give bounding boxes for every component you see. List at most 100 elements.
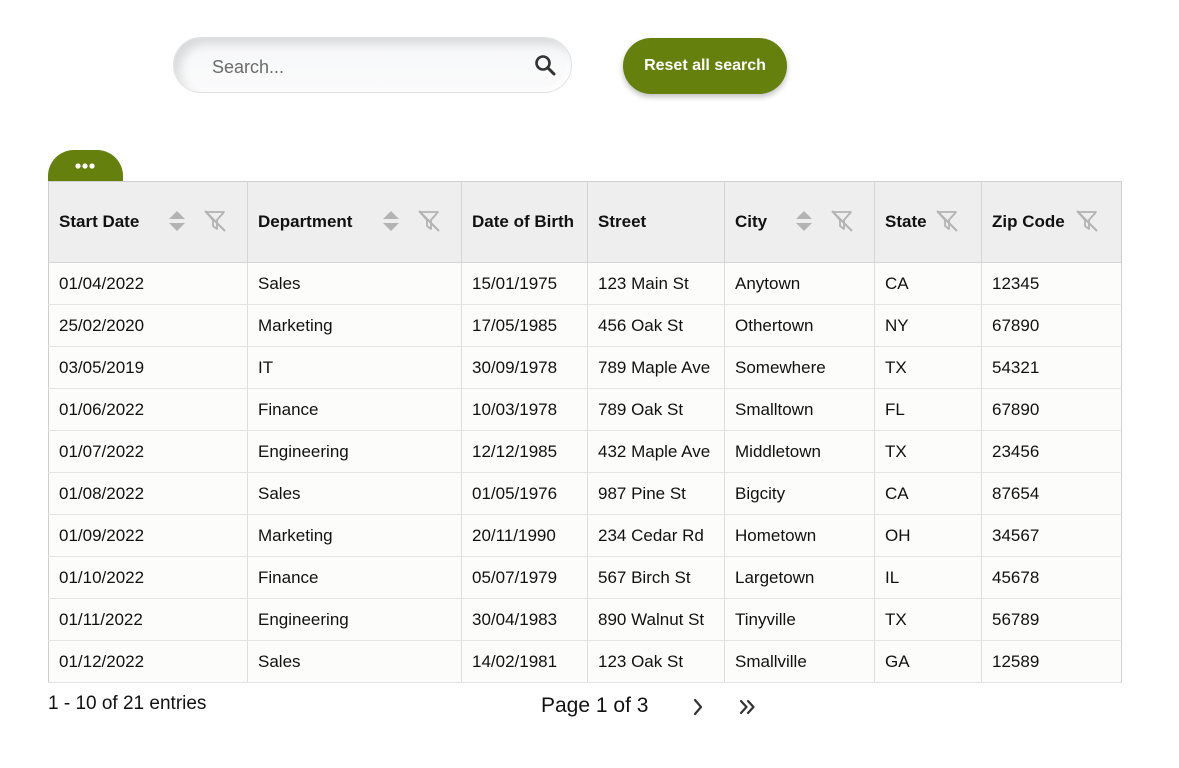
next-page-button[interactable]: [684, 693, 712, 721]
table-row[interactable]: 01/06/2022 Finance 10/03/1978 789 Oak St Sma…: [48, 388, 1122, 431]
table-cell: GA: [874, 640, 982, 683]
table-cell: TX: [874, 430, 982, 473]
clear-filter-icon[interactable]: [830, 209, 854, 233]
last-page-button[interactable]: [734, 693, 762, 721]
table-cell: Smalltown: [724, 388, 875, 431]
table-cell: 01/08/2022: [48, 472, 248, 515]
table-cell: Engineering: [247, 598, 462, 641]
table-cell: 01/07/2022: [48, 430, 248, 473]
search-icon[interactable]: [534, 54, 556, 76]
data-grid: Start Date Department Date of Birth Street C…: [48, 181, 1122, 683]
table-cell: 01/12/2022: [48, 640, 248, 683]
column-header-label: City: [735, 212, 768, 231]
table-cell: 14/02/1981: [461, 640, 588, 683]
table-row[interactable]: 01/10/2022 Finance 05/07/1979 567 Birch St L…: [48, 556, 1122, 599]
table-cell: 234 Cedar Rd: [587, 514, 725, 557]
column-header-label: Date of Birth: [472, 212, 574, 231]
table-cell: 12345: [981, 262, 1122, 305]
reset-all-search-button[interactable]: Reset all search: [623, 38, 787, 94]
table-cell: 567 Birch St: [587, 556, 725, 599]
table-cell: NY: [874, 304, 982, 347]
table-cell: 12589: [981, 640, 1122, 683]
column-header-state[interactable]: State: [874, 181, 982, 263]
table-cell: IL: [874, 556, 982, 599]
column-header-zip-code[interactable]: Zip Code: [981, 181, 1122, 263]
column-header-date-of-birth[interactable]: Date of Birth: [461, 181, 588, 263]
clear-filter-icon[interactable]: [1075, 209, 1099, 233]
sort-icon[interactable]: [168, 209, 186, 233]
table-cell: Smallville: [724, 640, 875, 683]
table-row[interactable]: 01/12/2022 Sales 14/02/1981 123 Oak St Small…: [48, 640, 1122, 683]
table-cell: 456 Oak St: [587, 304, 725, 347]
header-icons: [382, 209, 441, 233]
sort-icon[interactable]: [795, 209, 813, 233]
table-cell: Finance: [247, 388, 462, 431]
table-row[interactable]: 01/08/2022 Sales 01/05/1976 987 Pine St Bigc…: [48, 472, 1122, 515]
table-cell: Marketing: [247, 514, 462, 557]
table-cell: 789 Maple Ave: [587, 346, 725, 389]
table-cell: 01/05/1976: [461, 472, 588, 515]
table-cell: 30/09/1978: [461, 346, 588, 389]
table-cell: Largetown: [724, 556, 875, 599]
table-cell: Tinyville: [724, 598, 875, 641]
column-header-label: Department: [258, 212, 353, 231]
table-cell: 20/11/1990: [461, 514, 588, 557]
table-cell: 67890: [981, 388, 1122, 431]
table-row[interactable]: 03/05/2019 IT 30/09/1978 789 Maple Ave Somew…: [48, 346, 1122, 389]
table-row[interactable]: 25/02/2020 Marketing 17/05/1985 456 Oak St O…: [48, 304, 1122, 347]
clear-filter-icon[interactable]: [417, 209, 441, 233]
table-cell: 05/07/1979: [461, 556, 588, 599]
chevron-right-icon: [693, 698, 703, 716]
table-cell: 01/04/2022: [48, 262, 248, 305]
entries-count: 1 - 10 of 21 entries: [48, 693, 207, 714]
column-header-label: Street: [598, 212, 647, 231]
table-cell: CA: [874, 262, 982, 305]
header-icons: [1075, 209, 1099, 233]
sort-icon[interactable]: [382, 209, 400, 233]
table-cell: 30/04/1983: [461, 598, 588, 641]
table-row[interactable]: 01/07/2022 Engineering 12/12/1985 432 Maple…: [48, 430, 1122, 473]
table-cell: IT: [247, 346, 462, 389]
table-cell: 45678: [981, 556, 1122, 599]
search-input[interactable]: [210, 52, 514, 82]
table-cell: 25/02/2020: [48, 304, 248, 347]
header-icons: [795, 209, 854, 233]
table-cell: 67890: [981, 304, 1122, 347]
table-cell: 87654: [981, 472, 1122, 515]
clear-filter-icon[interactable]: [935, 209, 959, 233]
table-cell: 432 Maple Ave: [587, 430, 725, 473]
table-cell: Somewhere: [724, 346, 875, 389]
more-options-button[interactable]: [48, 150, 123, 182]
table-cell: 789 Oak St: [587, 388, 725, 431]
table-cell: 01/10/2022: [48, 556, 248, 599]
table-cell: 54321: [981, 346, 1122, 389]
table-cell: Sales: [247, 472, 462, 515]
table-cell: Sales: [247, 262, 462, 305]
table-row[interactable]: 01/09/2022 Marketing 20/11/1990 234 Cedar R…: [48, 514, 1122, 557]
table-cell: 23456: [981, 430, 1122, 473]
column-header-department[interactable]: Department: [247, 181, 462, 263]
table-cell: 10/03/1978: [461, 388, 588, 431]
table-cell: 03/05/2019: [48, 346, 248, 389]
table-cell: 890 Walnut St: [587, 598, 725, 641]
table-row[interactable]: 01/11/2022 Engineering 30/04/1983 890 Walnu…: [48, 598, 1122, 641]
table-cell: TX: [874, 598, 982, 641]
table-row[interactable]: 01/04/2022 Sales 15/01/1975 123 Main St Anyt…: [48, 262, 1122, 305]
table-cell: 123 Oak St: [587, 640, 725, 683]
table-cell: 15/01/1975: [461, 262, 588, 305]
table-cell: 12/12/1985: [461, 430, 588, 473]
column-header-label: State: [885, 212, 927, 231]
column-header-city[interactable]: City: [724, 181, 875, 263]
table-cell: Sales: [247, 640, 462, 683]
column-header-street[interactable]: Street: [587, 181, 725, 263]
search-box: [173, 37, 572, 93]
header-icons: [168, 209, 227, 233]
table-cell: 123 Main St: [587, 262, 725, 305]
column-header-label: Zip Code: [992, 212, 1065, 231]
clear-filter-icon[interactable]: [203, 209, 227, 233]
column-header-start-date[interactable]: Start Date: [48, 181, 248, 263]
table-cell: OH: [874, 514, 982, 557]
table-cell: Middletown: [724, 430, 875, 473]
table-cell: TX: [874, 346, 982, 389]
double-chevron-right-icon: [739, 699, 755, 715]
